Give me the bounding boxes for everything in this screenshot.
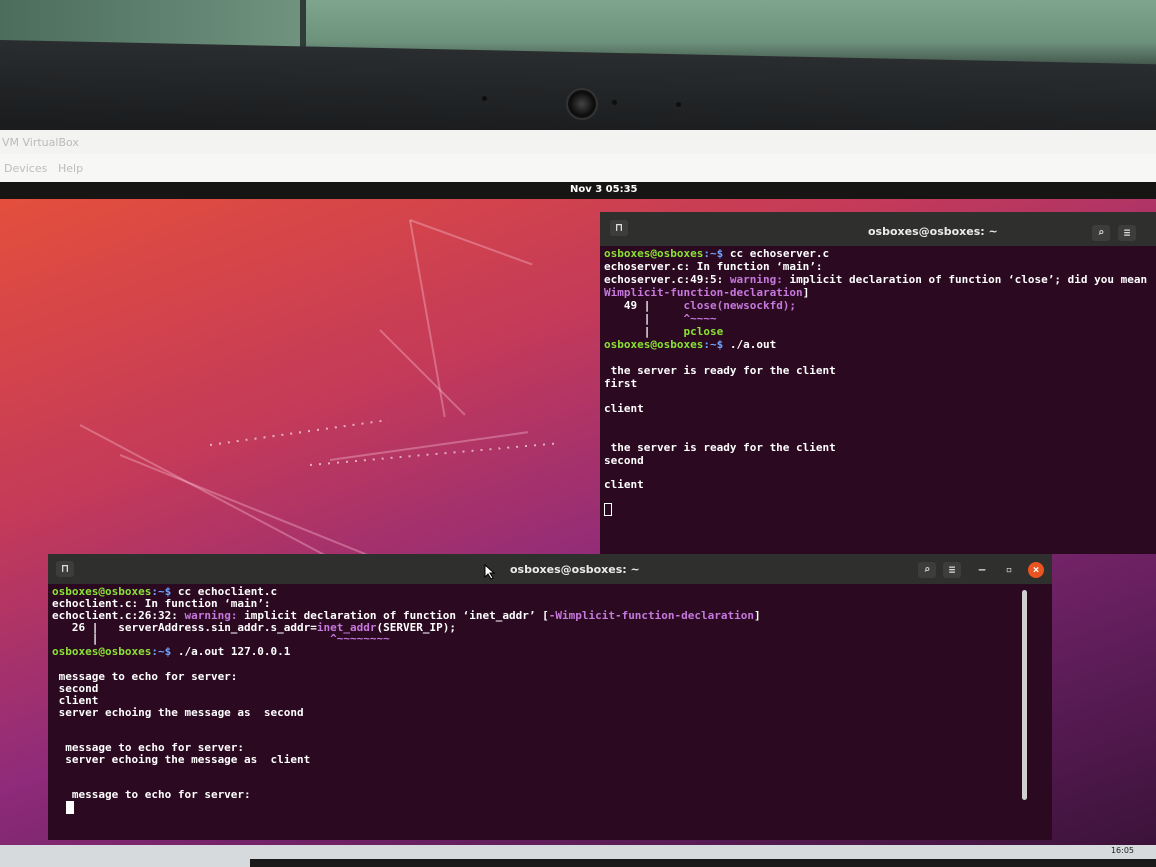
wallpaper-dotted-line [209,418,389,446]
server-terminal-output[interactable]: osboxes@osboxes:~$ cc echoserver.c echos… [604,248,1156,554]
wallpaper-line [379,329,466,416]
terminal-line: | ^~~~~ [604,312,717,325]
terminal-line: server echoing the message as second [52,706,304,719]
minimize-button[interactable]: – [973,562,991,578]
terminal-line: second [604,454,644,467]
laptop-screen: VM VirtualBox Devices Help Nov 3 05:35 ⊓… [0,130,1156,867]
menu-devices[interactable]: Devices [4,162,47,175]
bezel-sensor [482,96,487,101]
terminal-cursor [604,503,612,516]
virtualbox-menubar: Devices Help [0,154,1156,182]
terminal-line: | ^~~~~~~~~ [52,632,390,645]
terminal-line: osboxes@osboxes:~$ ./a.out 127.0.0.1 [52,645,291,658]
terminal-line: the server is ready for the client [604,441,836,454]
client-terminal-output[interactable]: osboxes@osboxes:~$ cc echoclient.c echoc… [52,586,1032,840]
terminal-line: osboxes@osboxes:~$ cc echoserver.c [604,247,830,260]
wallpaper-line [409,219,446,418]
server-terminal-window[interactable]: ⊓ osboxes@osboxes: ~ ⌕ ≡ osboxes@osboxes… [600,212,1156,554]
terminal-line: message to echo for server: [52,788,251,801]
client-terminal-window[interactable]: ⊓ osboxes@osboxes: ~ ⌕ ≡ – ▫ × osboxes@o… [48,554,1052,840]
host-taskbar [250,859,1156,867]
terminal-cursor [66,801,74,814]
wallpaper-line [119,454,399,569]
server-terminal-title: osboxes@osboxes: ~ [868,225,998,238]
terminal-scrollbar[interactable] [1022,590,1027,800]
wallpaper-line [409,219,533,266]
terminal-line: first [604,377,638,390]
terminal-line: the server is ready for the client [604,364,836,377]
virtualbox-title: VM VirtualBox [2,136,79,149]
terminal-line: 49 | close(newsockfd); [604,299,797,312]
gnome-top-bar: Nov 3 05:35 [0,182,1156,199]
terminal-line: server echoing the message as client [52,753,311,766]
search-icon[interactable]: ⌕ [918,562,936,578]
menu-help[interactable]: Help [58,162,83,175]
webcam [566,88,598,120]
mouse-pointer-icon [484,564,496,580]
new-tab-icon[interactable]: ⊓ [610,220,628,236]
terminal-line: | pclose [604,325,724,338]
client-terminal-headerbar[interactable]: ⊓ osboxes@osboxes: ~ ⌕ ≡ – ▫ × [48,554,1052,584]
search-icon[interactable]: ⌕ [1092,225,1110,241]
maximize-button[interactable]: ▫ [1000,562,1018,578]
terminal-line: echoserver.c: In function ‘main’: [604,260,823,273]
terminal-line: client [604,478,644,491]
wallpaper-line [329,431,529,461]
server-terminal-headerbar[interactable]: ⊓ osboxes@osboxes: ~ ⌕ ≡ [600,212,1156,246]
bezel-sensor [612,100,617,105]
terminal-line: echoserver.c:49:5: warning: implicit dec… [604,273,1156,286]
new-tab-icon[interactable]: ⊓ [56,561,74,577]
taskbar-time: 16:05 [1110,846,1134,855]
terminal-line: client [604,402,644,415]
close-button[interactable]: × [1028,562,1044,578]
terminal-line: Wimplicit-function-declaration] [604,286,810,299]
host-status-bar: 16:05 [0,845,1156,867]
client-terminal-title: osboxes@osboxes: ~ [510,563,640,576]
hamburger-menu-icon[interactable]: ≡ [943,562,961,578]
bezel-sensor [676,102,681,107]
virtualbox-titlebar: VM VirtualBox [0,130,1156,154]
hamburger-menu-icon[interactable]: ≡ [1118,225,1136,241]
clock[interactable]: Nov 3 05:35 [570,184,638,195]
terminal-line: osboxes@osboxes:~$ ./a.out [604,338,777,351]
